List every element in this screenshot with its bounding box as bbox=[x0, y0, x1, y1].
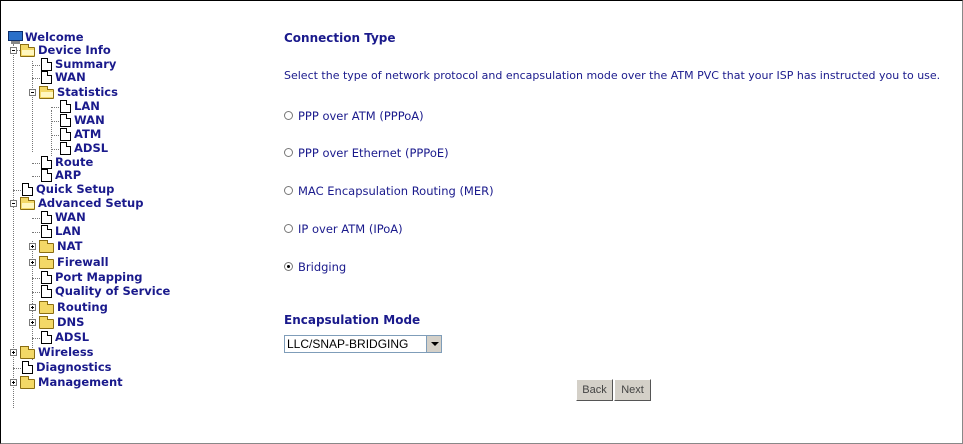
computer-icon bbox=[8, 31, 23, 44]
page-icon bbox=[60, 114, 71, 127]
tree-label: DNS bbox=[57, 315, 85, 329]
tree-item-diagnostics[interactable]: Diagnostics bbox=[8, 361, 248, 374]
tree-item-stats-lan[interactable]: LAN bbox=[8, 100, 248, 113]
folder-icon bbox=[39, 301, 54, 314]
page-icon bbox=[41, 331, 52, 344]
tree-item-stats-wan[interactable]: WAN bbox=[8, 114, 248, 127]
radio-button[interactable] bbox=[284, 148, 293, 157]
tree-item-stats-atm[interactable]: ATM bbox=[8, 128, 248, 141]
tree-item-summary[interactable]: Summary bbox=[8, 58, 248, 71]
tree-item-adv-lan[interactable]: LAN bbox=[8, 225, 248, 238]
tree-label: ARP bbox=[55, 168, 82, 182]
tree-item-wireless[interactable]: Wireless bbox=[8, 346, 248, 359]
folder-open-icon bbox=[20, 197, 35, 210]
chevron-down-icon[interactable] bbox=[426, 336, 441, 352]
page-icon bbox=[41, 58, 52, 71]
tree-label: WAN bbox=[55, 210, 86, 224]
tree-item-wan[interactable]: WAN bbox=[8, 71, 248, 84]
page-icon bbox=[60, 100, 71, 113]
radio-button[interactable] bbox=[284, 186, 293, 195]
tree-item-port-mapping[interactable]: Port Mapping bbox=[8, 271, 248, 284]
radio-label: PPP over ATM (PPPoA) bbox=[298, 109, 424, 123]
tree-item-adv-adsl[interactable]: ADSL bbox=[8, 331, 248, 344]
radio-label: IP over ATM (IPoA) bbox=[298, 222, 403, 236]
tree-label: WAN bbox=[74, 113, 105, 127]
radio-button[interactable] bbox=[284, 224, 293, 233]
folder-open-icon bbox=[20, 44, 35, 57]
page-icon bbox=[41, 285, 52, 298]
tree-label: Wireless bbox=[38, 345, 94, 359]
tree-label: Advanced Setup bbox=[38, 196, 144, 210]
select-value: LLC/SNAP-BRIDGING bbox=[287, 337, 409, 351]
tree-item-management[interactable]: Management bbox=[8, 376, 248, 389]
tree-label: ATM bbox=[74, 127, 102, 141]
collapse-icon[interactable] bbox=[10, 47, 17, 54]
tree-item-arp[interactable]: ARP bbox=[8, 169, 248, 182]
folder-icon bbox=[39, 316, 54, 329]
tree-label: Port Mapping bbox=[55, 270, 143, 284]
tree-label: Firewall bbox=[57, 255, 109, 269]
radio-label: PPP over Ethernet (PPPoE) bbox=[298, 146, 449, 160]
expand-icon[interactable] bbox=[29, 319, 36, 326]
page-icon bbox=[41, 211, 52, 224]
tree-item-stats-adsl[interactable]: ADSL bbox=[8, 142, 248, 155]
tree-label: Device Info bbox=[38, 43, 111, 57]
folder-icon bbox=[39, 256, 54, 269]
tree-label: Statistics bbox=[57, 85, 118, 99]
expand-icon[interactable] bbox=[10, 349, 17, 356]
tree-item-statistics[interactable]: Statistics bbox=[8, 86, 248, 99]
tree-label: LAN bbox=[74, 99, 100, 113]
page-icon bbox=[41, 271, 52, 284]
tree-item-route[interactable]: Route bbox=[8, 156, 248, 169]
page-icon bbox=[60, 128, 71, 141]
page-icon bbox=[22, 183, 33, 196]
tree-item-dns[interactable]: DNS bbox=[8, 316, 248, 329]
tree-item-adv-wan[interactable]: WAN bbox=[8, 211, 248, 224]
collapse-icon[interactable] bbox=[10, 200, 17, 207]
radio-label: MAC Encapsulation Routing (MER) bbox=[298, 184, 494, 198]
folder-open-icon bbox=[39, 86, 54, 99]
tree-label: Quality of Service bbox=[55, 284, 171, 298]
next-button[interactable]: Next bbox=[614, 379, 651, 401]
tree-item-advanced-setup[interactable]: Advanced Setup bbox=[8, 197, 248, 210]
expand-icon[interactable] bbox=[29, 304, 36, 311]
page-icon bbox=[41, 225, 52, 238]
folder-icon bbox=[39, 240, 54, 253]
expand-icon[interactable] bbox=[29, 243, 36, 250]
page-icon bbox=[41, 169, 52, 182]
tree-label: ADSL bbox=[55, 330, 90, 344]
tree-item-quick-setup[interactable]: Quick Setup bbox=[8, 183, 248, 196]
tree-item-routing[interactable]: Routing bbox=[8, 301, 248, 314]
radio-button[interactable] bbox=[284, 111, 293, 120]
tree-label: WAN bbox=[55, 70, 86, 84]
tree-item-firewall[interactable]: Firewall bbox=[8, 256, 248, 269]
description-text: Select the type of network protocol and … bbox=[284, 69, 941, 82]
tree-label: Routing bbox=[57, 300, 108, 314]
encapsulation-select[interactable]: LLC/SNAP-BRIDGING bbox=[284, 335, 442, 353]
encapsulation-title: Encapsulation Mode bbox=[284, 313, 421, 327]
tree-item-qos[interactable]: Quality of Service bbox=[8, 285, 248, 298]
collapse-icon[interactable] bbox=[29, 89, 36, 96]
expand-icon[interactable] bbox=[29, 259, 36, 266]
tree-label: Diagnostics bbox=[36, 360, 112, 374]
tree-label: Management bbox=[38, 375, 123, 389]
page-title: Connection Type bbox=[284, 31, 396, 45]
page-icon bbox=[41, 156, 52, 169]
back-button[interactable]: Back bbox=[576, 379, 613, 401]
folder-icon bbox=[20, 376, 35, 389]
tree-label: ADSL bbox=[74, 141, 109, 155]
tree-label: Quick Setup bbox=[36, 182, 115, 196]
tree-item-device-info[interactable]: Device Info bbox=[8, 44, 248, 57]
page-icon bbox=[60, 142, 71, 155]
page-icon bbox=[22, 361, 33, 374]
radio-label: Bridging bbox=[298, 260, 347, 274]
tree-label: LAN bbox=[55, 224, 81, 238]
folder-icon bbox=[20, 346, 35, 359]
page-icon bbox=[41, 71, 52, 84]
tree-item-nat[interactable]: NAT bbox=[8, 240, 248, 253]
radio-button-selected[interactable] bbox=[284, 262, 293, 271]
expand-icon[interactable] bbox=[10, 379, 17, 386]
tree-label: NAT bbox=[57, 239, 83, 253]
